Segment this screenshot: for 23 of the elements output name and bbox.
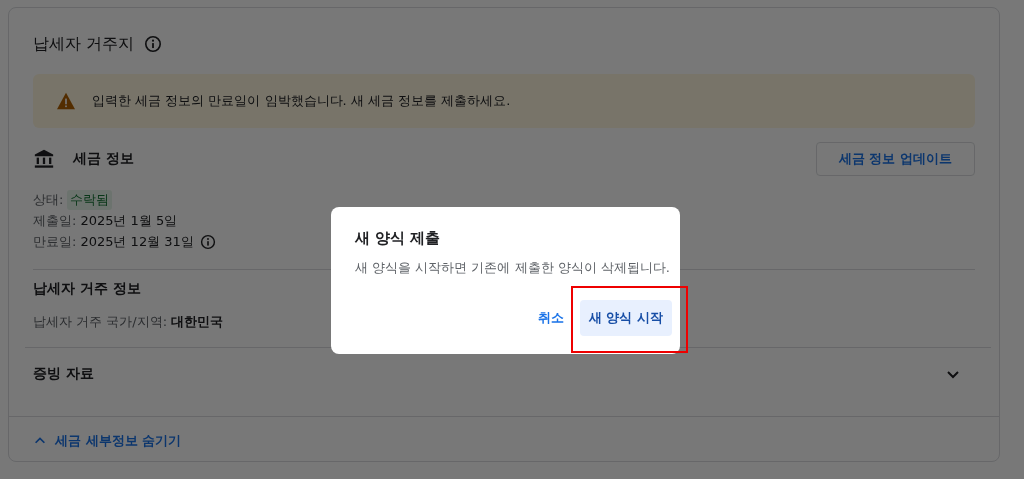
info-icon[interactable] [199, 233, 216, 250]
hide-tax-details-link[interactable]: 세금 세부정보 숨기기 [33, 417, 182, 465]
cancel-button[interactable]: 취소 [527, 300, 574, 336]
status-label: 상태: [33, 190, 64, 209]
info-icon[interactable] [144, 35, 163, 53]
dialog-message: 새 양식을 시작하면 기존에 제출한 양식이 삭제됩니다. [355, 259, 670, 277]
warning-text: 입력한 세금 정보의 만료일이 임박했습니다. 새 세금 정보를 제출하세요. [92, 92, 511, 110]
country-value: 대한민국 [171, 312, 224, 331]
update-tax-info-button[interactable]: 세금 정보 업데이트 [815, 142, 975, 176]
submitted-date: 2025년 1월 5일 [80, 211, 178, 230]
expiry-label: 만료일: [33, 232, 77, 251]
warning-icon [56, 92, 76, 110]
status-chip: 수락됨 [67, 189, 113, 210]
start-new-form-button[interactable]: 새 양식 시작 [579, 300, 672, 336]
submitted-label: 제출일: [33, 211, 77, 230]
residence-title: 납세자 거주 정보 [33, 280, 142, 298]
country-label: 납세자 거주 국가/지역: [33, 312, 168, 331]
dialog-title: 새 양식 제출 [355, 229, 442, 248]
documents-title: 증빙 자료 [33, 365, 94, 383]
bank-icon [33, 148, 55, 170]
section-title: 납세자 거주지 [33, 33, 135, 55]
tax-info-title: 세금 정보 [73, 150, 134, 168]
expiry-date: 2025년 12월 31일 [80, 232, 194, 251]
